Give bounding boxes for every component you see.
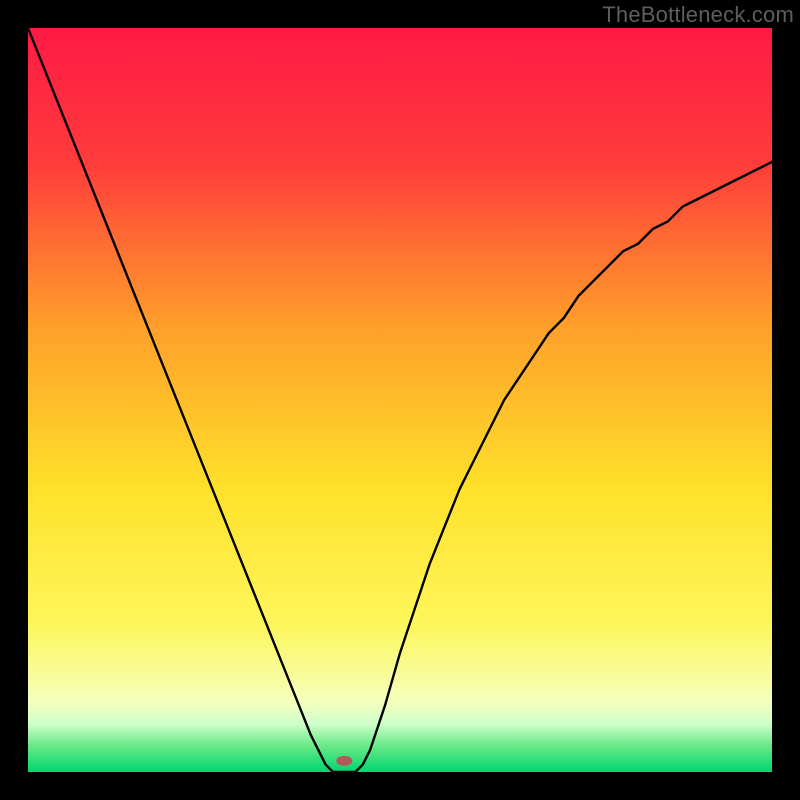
chart-svg xyxy=(28,28,772,772)
outer-frame: TheBottleneck.com xyxy=(0,0,800,800)
attribution-watermark: TheBottleneck.com xyxy=(602,2,794,28)
chart-plot-area xyxy=(28,28,772,772)
gradient-background xyxy=(28,28,772,772)
optimal-point-marker xyxy=(336,756,352,766)
